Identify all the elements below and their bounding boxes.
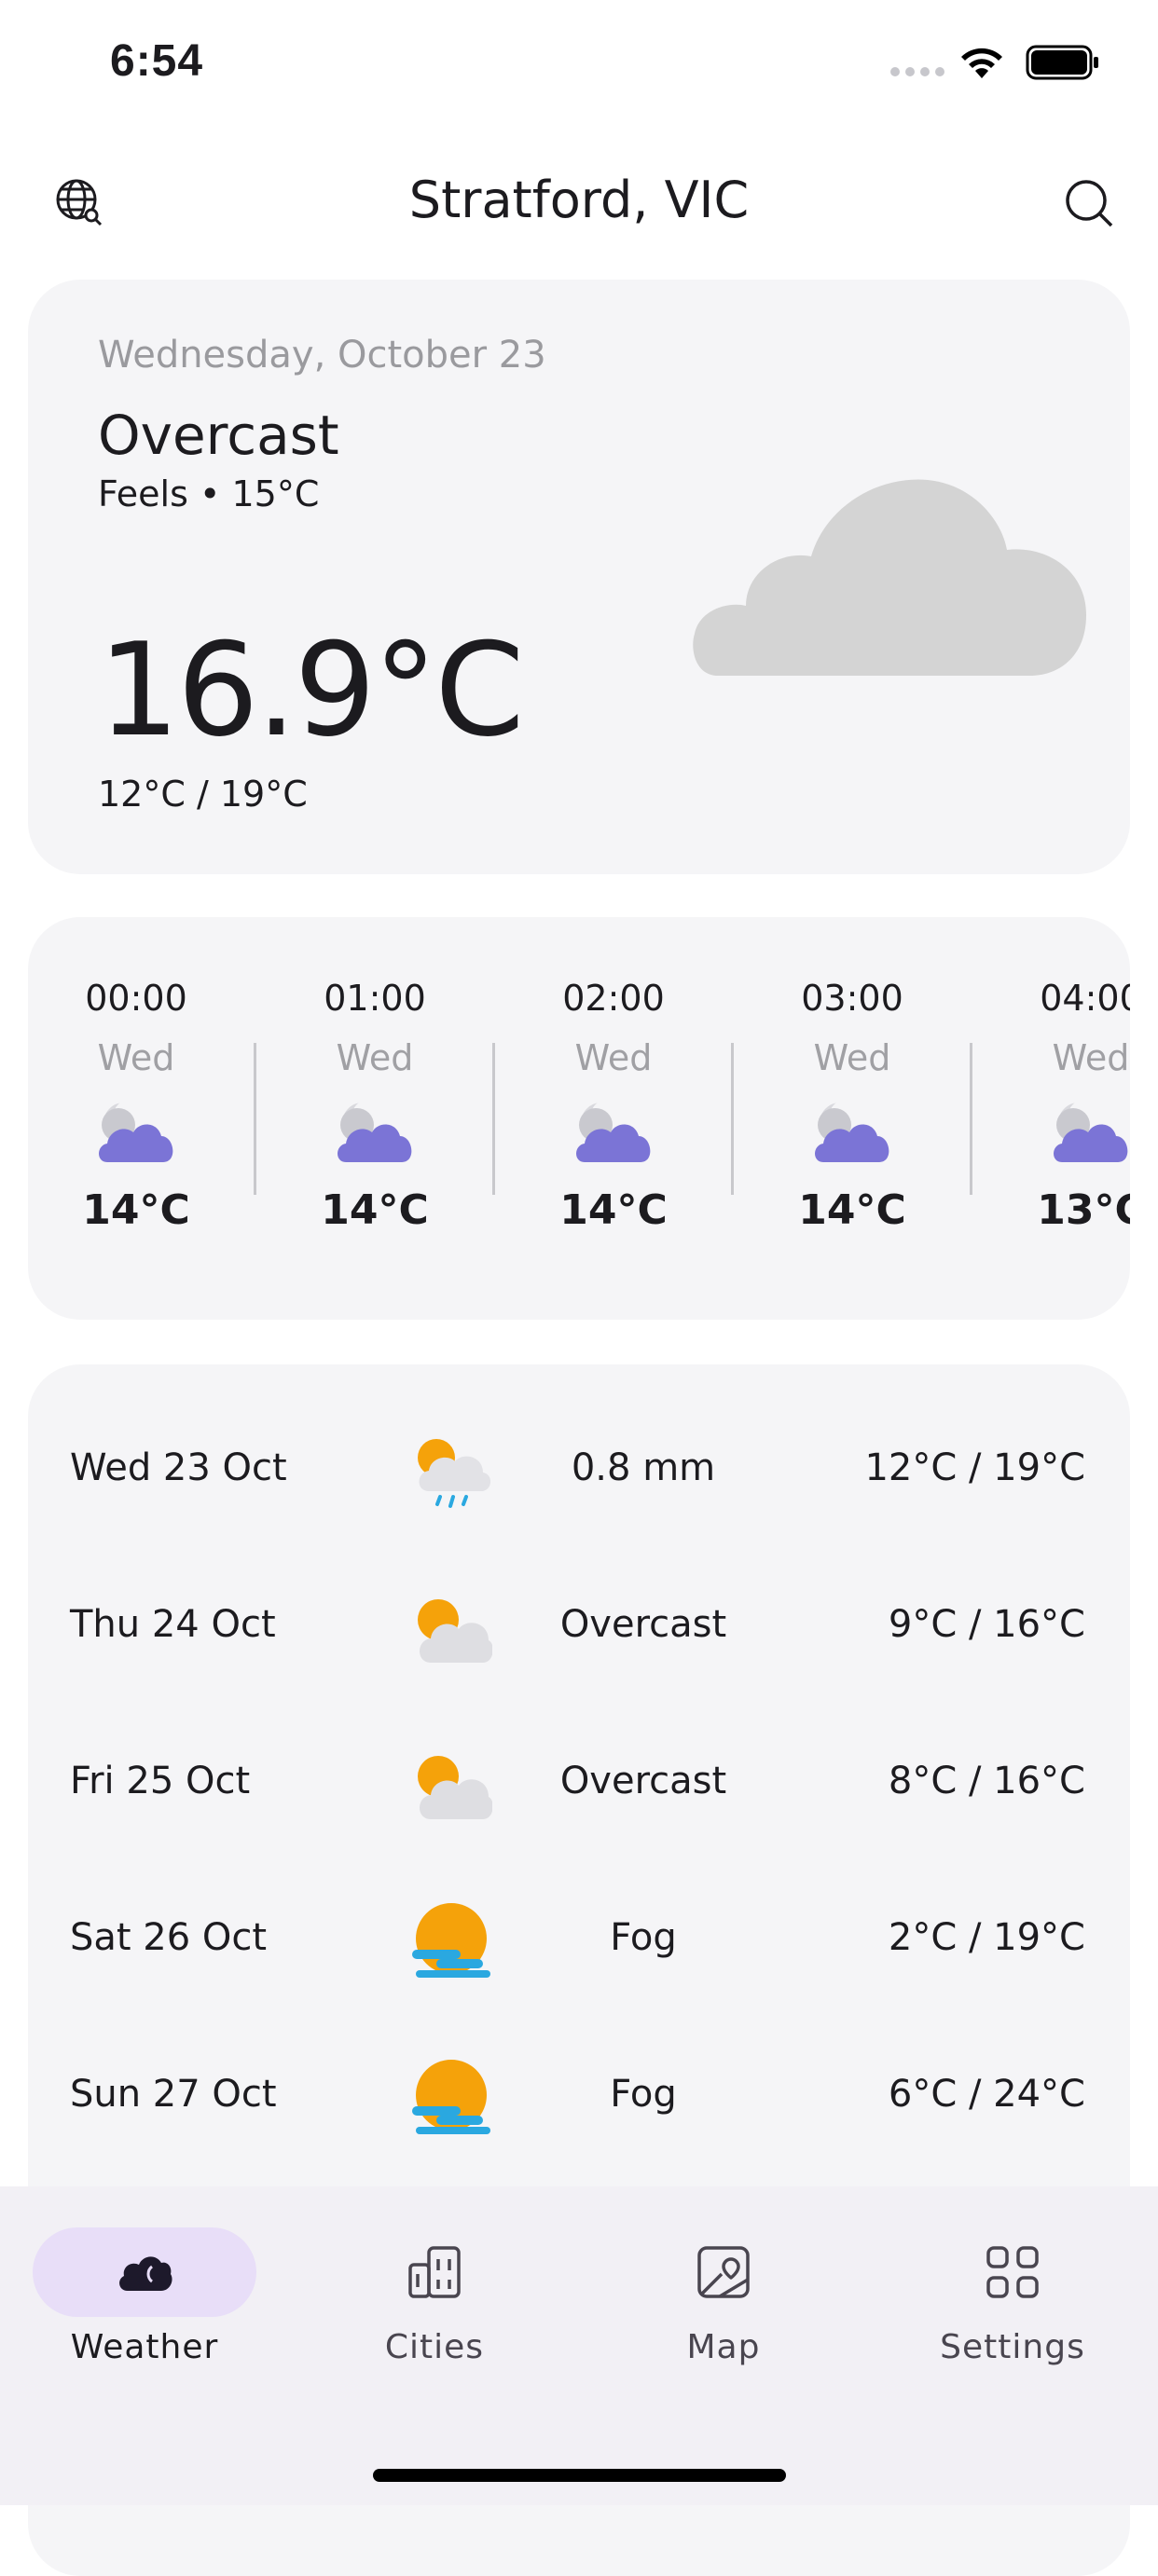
daily-row[interactable]: Sun 27 Oct Fog 6°C / 24°C	[28, 2039, 1130, 2151]
hour-day: Wed	[97, 1037, 175, 1078]
moon-cloud-icon	[99, 1099, 173, 1162]
day-range: 8°C / 16°C	[888, 1760, 1085, 1802]
daily-row[interactable]: Fri 25 Oct Overcast 8°C / 16°C	[28, 1726, 1130, 1838]
nav-label: Settings	[940, 2328, 1085, 2366]
hourly-item: 00:00 Wed 14°C	[43, 978, 229, 1234]
day-description: Overcast	[559, 1603, 727, 1646]
day-description: 0.8 mm	[571, 1446, 716, 1489]
nav-label: Weather	[70, 2328, 219, 2366]
day-range: 12°C / 19°C	[864, 1446, 1085, 1489]
city-buildings-icon	[408, 2246, 461, 2298]
nav-label: Cities	[384, 2328, 485, 2366]
nav-weather[interactable]: Weather	[33, 2227, 256, 2366]
nav-settings[interactable]: Settings	[901, 2227, 1124, 2366]
hour-separator	[492, 1043, 495, 1195]
moon-cloud-icon	[576, 1099, 651, 1162]
hour-separator	[254, 1043, 256, 1195]
nav-cities-pill[interactable]	[323, 2227, 546, 2317]
hour-separator	[970, 1043, 972, 1195]
nav-map-pill[interactable]	[612, 2227, 835, 2317]
hour-time: 02:00	[562, 978, 665, 1019]
day-name: Sun 27 Oct	[70, 2073, 277, 2116]
hour-time: 00:00	[85, 978, 187, 1019]
hour-temp: 14°C	[321, 1186, 429, 1234]
nav-weather-pill[interactable]	[33, 2227, 256, 2317]
hour-temp: 14°C	[798, 1186, 906, 1234]
battery-icon	[1026, 45, 1098, 80]
map-icon	[697, 2246, 750, 2298]
moon-cloud-icon	[815, 1099, 889, 1162]
home-indicator	[373, 2469, 786, 2482]
weather-cloud-icon	[119, 2256, 172, 2291]
hour-time: 03:00	[801, 978, 903, 1019]
feels-like: Feels • 15°C	[98, 473, 320, 514]
hourly-forecast-card: 00:00 Wed 14°C 01:00 Wed 14°C 02:00 Wed …	[28, 917, 1130, 1320]
day-range: 9°C / 16°C	[888, 1603, 1085, 1646]
day-description: Fog	[610, 1916, 677, 1959]
search-icon[interactable]	[1063, 177, 1115, 229]
hour-day: Wed	[1052, 1037, 1130, 1078]
nav-label: Map	[686, 2328, 761, 2366]
day-range: 6°C / 24°C	[888, 2073, 1085, 2116]
current-date: Wednesday, October 23	[98, 334, 546, 377]
day-name: Thu 24 Oct	[70, 1603, 276, 1646]
current-temperature: 16.9°C	[98, 615, 525, 765]
nav-settings-pill[interactable]	[901, 2227, 1124, 2317]
current-range: 12°C / 19°C	[98, 774, 308, 815]
day-name: Fri 25 Oct	[70, 1760, 251, 1802]
hour-temp: 14°C	[559, 1186, 668, 1234]
hour-day: Wed	[574, 1037, 653, 1078]
page-title: Stratford, VIC	[408, 171, 750, 229]
day-description: Overcast	[559, 1760, 727, 1802]
hour-temp: 14°C	[82, 1186, 190, 1234]
status-time: 6:54	[110, 36, 204, 86]
nav-cities[interactable]: Cities	[323, 2227, 546, 2366]
hourly-item: 03:00 Wed 14°C	[759, 978, 945, 1234]
cellular-signal-icon	[890, 67, 944, 76]
grid-icon	[986, 2246, 1039, 2298]
day-range: 2°C / 19°C	[888, 1916, 1085, 1959]
hour-separator	[731, 1043, 734, 1195]
daily-row[interactable]: Sat 26 Oct Fog 2°C / 19°C	[28, 1883, 1130, 1994]
day-name: Sat 26 Oct	[70, 1916, 268, 1959]
day-name: Wed 23 Oct	[70, 1446, 287, 1489]
daily-row[interactable]: Wed 23 Oct 0.8 mm 12°C / 19°C	[28, 1413, 1130, 1525]
hour-time: 04:00	[1040, 978, 1130, 1019]
hour-time: 01:00	[324, 978, 426, 1019]
current-condition: Overcast	[98, 404, 339, 467]
hour-day: Wed	[336, 1037, 414, 1078]
nav-map[interactable]: Map	[612, 2227, 835, 2366]
hourly-item: 04:00 Wed 13°C	[998, 978, 1130, 1234]
hour-day: Wed	[813, 1037, 891, 1078]
day-description: Fog	[610, 2073, 677, 2116]
hourly-item: 01:00 Wed 14°C	[282, 978, 468, 1234]
hourly-item: 02:00 Wed 14°C	[520, 978, 707, 1234]
cloud-icon	[693, 479, 1086, 676]
daily-row[interactable]: Thu 24 Oct Overcast 9°C / 16°C	[28, 1569, 1130, 1681]
moon-cloud-icon	[338, 1099, 412, 1162]
hour-temp: 13°C	[1037, 1186, 1130, 1234]
moon-cloud-icon	[1054, 1099, 1128, 1162]
wifi-icon	[961, 48, 1002, 78]
